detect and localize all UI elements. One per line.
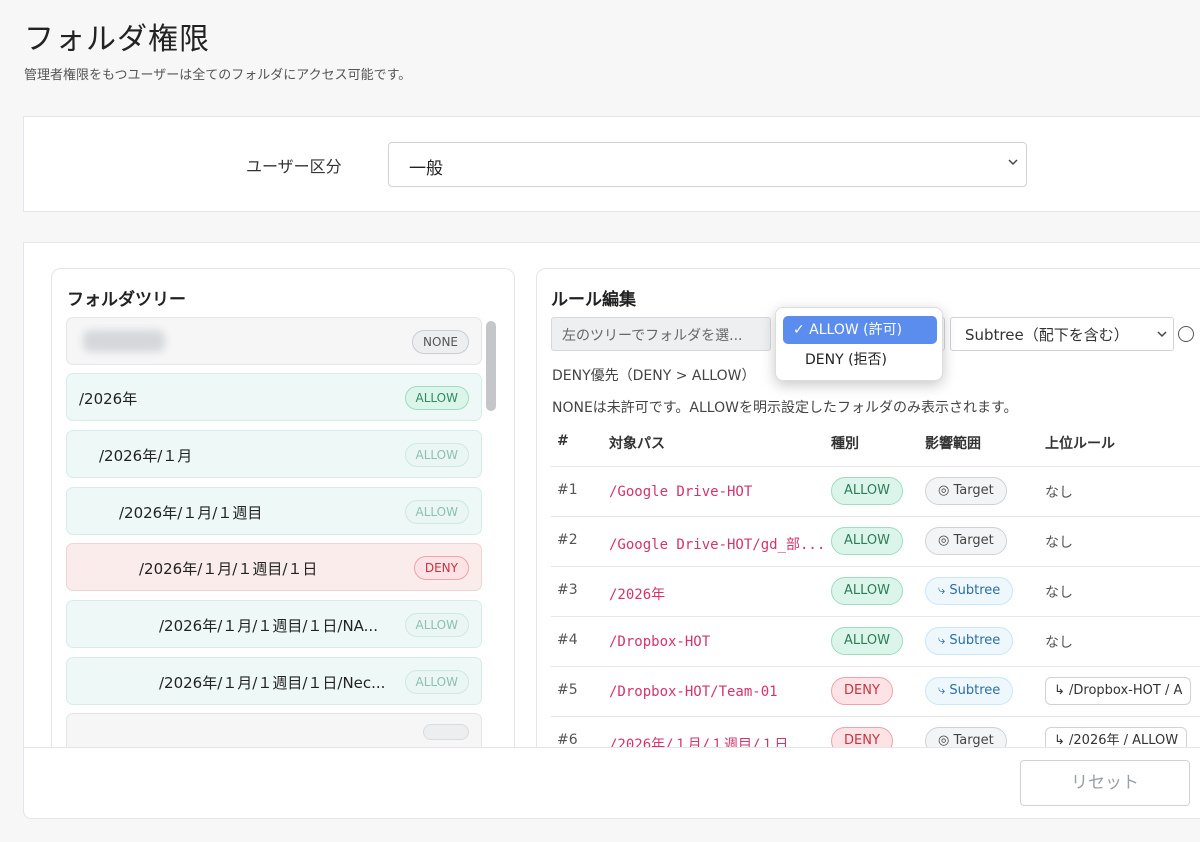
parent-rule: なし [1045, 585, 1073, 601]
parent-rule-link[interactable]: ↳ /Dropbox-HOT / A [1045, 677, 1192, 705]
user-category-label: ユーザー区分 [246, 157, 342, 176]
rule-number: #6 [557, 732, 578, 748]
tree-item-label: /2026年/１月/１週目 [119, 504, 263, 522]
column-header: 影響範囲 [925, 436, 981, 452]
tree-scrollbar[interactable] [486, 321, 496, 411]
folder-tree-title: フォルダツリー [67, 290, 186, 310]
scope-select[interactable]: Subtree（配下を含む） [950, 317, 1174, 351]
deny-priority-note: DENY優先（DENY > ALLOW） [552, 368, 756, 384]
rule-path: /Google Drive-HOT/gd_部... [609, 537, 826, 553]
table-row[interactable]: #5 /Dropbox-HOT/Team-01 DENY ⤷ Subtree ↳… [551, 667, 1200, 717]
rule-path: /Google Drive-HOT [609, 484, 753, 500]
option-allow[interactable]: ✓ ALLOW (許可) [783, 316, 937, 344]
table-row[interactable]: #1 /Google Drive-HOT ALLOW ◎ Target なし [551, 467, 1200, 517]
permission-badge: ALLOW [404, 386, 469, 410]
column-header: 種別 [831, 436, 859, 452]
chevron-down-icon [1157, 331, 1167, 338]
permission-badge [423, 724, 469, 740]
permission-badge: ALLOW [404, 613, 469, 637]
page-subtitle: 管理者権限をもつユーザーは全てのフォルダにアクセス可能です。 [24, 68, 412, 83]
target-path-field[interactable]: 左のツリーでフォルダを選... [551, 317, 771, 351]
user-category-value: 一般 [409, 159, 443, 179]
tree-item-label: /2026年/１月/１週目/１日/NA... [159, 617, 378, 635]
none-explanation-note: NONEは未許可です。ALLOWを明示設定したフォルダのみ表示されます。 [552, 400, 1018, 416]
page-title: フォルダ権限 [24, 22, 210, 57]
parent-rule: なし [1045, 485, 1073, 501]
permission-badge: DENY [413, 556, 469, 580]
scope-badge: ⤷ Subtree [925, 627, 1014, 655]
scope-badge: ⤷ Subtree [925, 577, 1014, 605]
tree-item[interactable]: /2026年/１月 ALLOW [66, 430, 482, 478]
rule-number: #1 [557, 482, 578, 498]
column-header: 対象パス [609, 436, 665, 452]
rule-path: /2026年/１月/１週目/１日 [609, 737, 789, 748]
tree-item[interactable]: /2026年/１月/１週目/１日/Nec... ALLOW [66, 657, 482, 705]
folder-tree-list[interactable]: NONE /2026年 ALLOW /2026年/１月 ALLOW /2026年… [66, 317, 482, 747]
chevron-down-icon [1008, 159, 1018, 166]
footer-bar: リセット [23, 747, 1200, 819]
tree-item-label: /2026年/１月/１週目/１日/Nec... [159, 674, 386, 692]
rule-type-badge: DENY [831, 727, 893, 747]
rule-path: /Dropbox-HOT [609, 634, 711, 650]
column-header: # [557, 433, 569, 449]
scope-badge: ◎ Target [925, 727, 1007, 747]
table-row[interactable]: #6 /2026年/１月/１週目/１日 DENY ◎ Target ↳ /202… [551, 717, 1200, 748]
column-header: 上位ルール [1045, 436, 1115, 452]
rule-type-badge: ALLOW [831, 477, 904, 505]
user-category-select[interactable]: 一般 [388, 142, 1027, 187]
folder-tree-panel: フォルダツリー NONE /2026年 ALLOW /2026年/１月 ALLO… [51, 268, 515, 747]
permissions-card: フォルダツリー NONE /2026年 ALLOW /2026年/１月 ALLO… [23, 242, 1200, 748]
rule-type-badge: ALLOW [831, 627, 904, 655]
user-filter-card: ユーザー区分 一般 [23, 116, 1200, 212]
permission-badge: ALLOW [404, 500, 469, 524]
rule-number: #3 [557, 582, 578, 598]
scope-select-value: Subtree（配下を含む） [965, 326, 1129, 344]
tree-item[interactable]: NONE [66, 317, 482, 365]
table-row[interactable]: #4 /Dropbox-HOT ALLOW ⤷ Subtree なし [551, 617, 1200, 667]
table-header-row: # 対象パス 種別 影響範囲 上位ルール [551, 421, 1200, 467]
parent-rule: なし [1045, 535, 1073, 551]
tree-item-label: /2026年/１月/１週目/１日 [139, 560, 318, 578]
rule-type-badge: DENY [831, 677, 893, 705]
tree-item-label: /2026年/１月 [99, 447, 193, 465]
permission-badge: NONE [412, 330, 469, 354]
scope-badge: ◎ Target [925, 527, 1007, 555]
table-row[interactable]: #2 /Google Drive-HOT/gd_部... ALLOW ◎ Tar… [551, 517, 1200, 567]
blurred-folder-label [83, 330, 165, 352]
rule-number: #4 [557, 632, 578, 648]
tree-item[interactable]: /2026年/１月/１週目/１日 DENY [66, 543, 482, 591]
rule-path: /Dropbox-HOT/Team-01 [609, 684, 778, 700]
tree-item-label: /2026年 [79, 390, 138, 408]
scope-badge: ⤷ Subtree [925, 677, 1014, 705]
tree-item[interactable]: /2026年 ALLOW [66, 373, 482, 421]
parent-rule-link[interactable]: ↳ /2026年 / ALLOW [1045, 727, 1188, 747]
rule-editor-title: ルール編集 [551, 290, 636, 310]
rule-number: #5 [557, 682, 578, 698]
permission-badge: ALLOW [404, 670, 469, 694]
option-deny[interactable]: DENY (拒否) [783, 346, 937, 374]
tree-item[interactable]: /2026年/１月/１週目 ALLOW [66, 487, 482, 535]
rule-type-badge: ALLOW [831, 527, 904, 555]
reset-button[interactable]: リセット [1020, 760, 1190, 806]
rule-type-dropdown[interactable]: ✓ ALLOW (許可) DENY (拒否) [775, 307, 943, 381]
rule-path: /2026年 [609, 587, 666, 603]
tree-item[interactable] [66, 713, 482, 747]
tree-item[interactable]: /2026年/１月/１週目/１日/NA... ALLOW [66, 600, 482, 648]
parent-rule: なし [1045, 635, 1073, 651]
help-circle-icon[interactable] [1178, 326, 1194, 342]
scope-badge: ◎ Target [925, 477, 1007, 505]
table-row[interactable]: #3 /2026年 ALLOW ⤷ Subtree なし [551, 567, 1200, 617]
rule-type-badge: ALLOW [831, 577, 904, 605]
rule-number: #2 [557, 532, 578, 548]
permission-badge: ALLOW [404, 443, 469, 467]
